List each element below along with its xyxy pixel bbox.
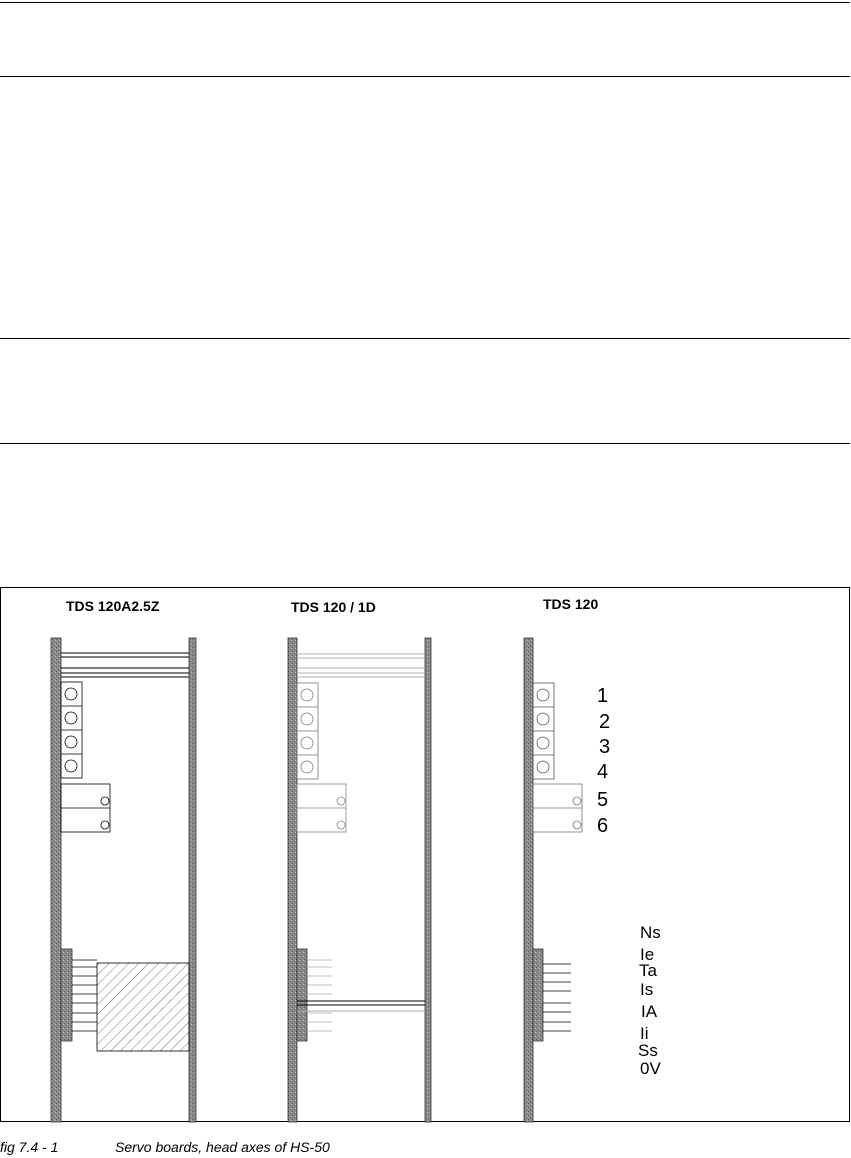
signal-label-ta: Ta [639, 961, 658, 980]
board-1-top-bars [61, 652, 189, 678]
board-1-socket-1 [64, 687, 78, 701]
board-1-hatched-block [96, 962, 190, 1052]
board-1-jack-block [60, 783, 111, 833]
board-1-right-rail [188, 637, 197, 1123]
section-rule-bottom [0, 443, 850, 444]
signal-leader-lines [543, 963, 571, 1032]
signal-label-is: Is [640, 980, 653, 999]
board-2-jack-6 [336, 820, 346, 830]
board-title-3: TDS 120 [543, 596, 598, 612]
figure-number: fig 7.4 - 1 [0, 1139, 59, 1155]
board-1 [50, 637, 197, 1123]
header-rule-bottom [0, 76, 850, 77]
label-number-4: 4 [597, 761, 608, 783]
board-2-crossbar [297, 1000, 425, 1006]
board-1-socket-3 [64, 735, 78, 749]
board-1-jack-5 [100, 796, 110, 806]
signal-label-0v: 0V [640, 1059, 661, 1078]
label-number-2: 2 [599, 711, 610, 733]
board-3-socket-1 [536, 688, 550, 702]
servo-boards-diagram: TDS 120A2.5Z TDS 120 / 1D TDS 120 1 2 3 … [0, 587, 850, 1123]
board-1-connector-pins [72, 959, 97, 1032]
board-3-connector [532, 948, 544, 1042]
board-2-top-bars [297, 653, 425, 678]
board-3: 1 2 3 4 5 6 Ns Ie Ta Is IA Ii Ss 0V [523, 637, 661, 1123]
signal-label-ss: Ss [638, 1041, 658, 1060]
board-1-socket-4 [64, 759, 78, 773]
board-1-socket-2 [64, 711, 78, 725]
board-2-jack-5 [336, 796, 346, 806]
board-2-jack-block [296, 783, 347, 833]
label-number-3: 3 [599, 736, 610, 758]
board-2-socket-4 [300, 760, 314, 774]
board-2-socket-1 [300, 688, 314, 702]
header-rule-top [0, 2, 850, 3]
signal-label-ns: Ns [640, 923, 661, 942]
board-1-connector [60, 948, 73, 1042]
label-number-6: 6 [597, 815, 608, 837]
section-rule-top [0, 338, 850, 339]
board-1-socket-column [60, 681, 83, 779]
board-3-jack-block [532, 783, 583, 833]
board-2-left-rail [287, 637, 298, 1123]
board-2-connector [296, 948, 308, 1042]
signal-label-ia: IA [641, 1002, 658, 1021]
board-3-socket-column [532, 682, 555, 780]
board-2-socket-2 [300, 712, 314, 726]
board-2-socket-column [296, 682, 319, 780]
label-number-1: 1 [597, 685, 608, 707]
board-1-left-rail [50, 637, 62, 1123]
board-3-socket-2 [536, 712, 550, 726]
board-title-1: TDS 120A2.5Z [66, 598, 160, 614]
board-1-jack-6 [100, 820, 110, 830]
board-2 [287, 637, 432, 1123]
figure-caption: Servo boards, head axes of HS-50 [115, 1139, 330, 1155]
label-number-5: 5 [597, 789, 608, 811]
board-2-right-rail [424, 637, 432, 1123]
board-2-socket-3 [300, 736, 314, 750]
board-2-connector-pins [307, 959, 332, 1032]
board-title-2: TDS 120 / 1D [291, 599, 376, 615]
board-3-jack-6 [572, 820, 582, 830]
board-3-socket-3 [536, 736, 550, 750]
board-3-jack-5 [572, 796, 582, 806]
board-3-left-rail [523, 637, 534, 1123]
board-3-socket-4 [536, 760, 550, 774]
